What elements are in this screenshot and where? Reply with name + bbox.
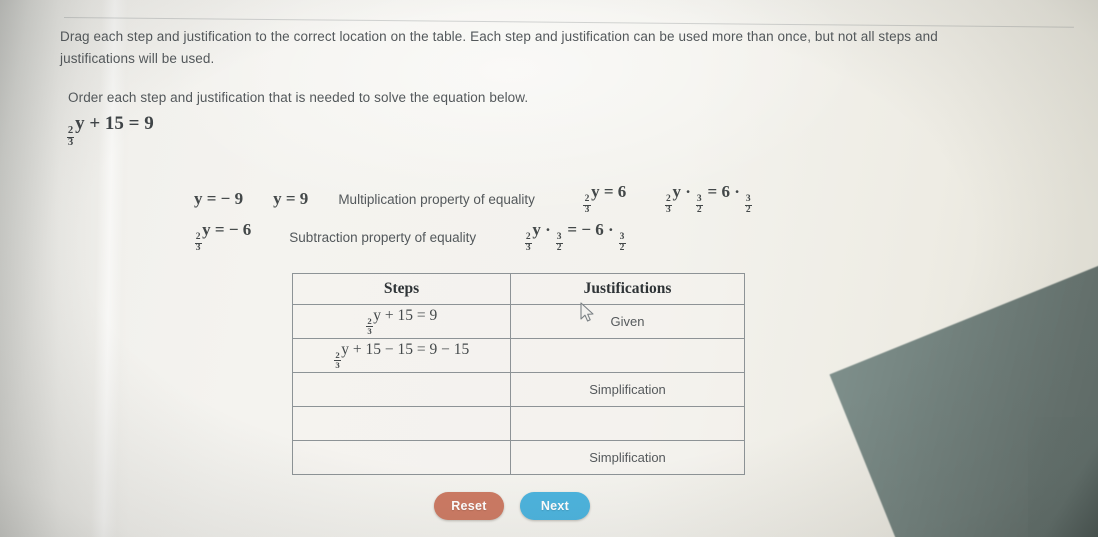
worksheet-content: Drag each step and justification to the …: [0, 0, 1098, 537]
photo-of-screen: Drag each step and justification to the …: [0, 0, 1098, 537]
table-row: Simplification: [292, 372, 745, 407]
fraction-two-thirds: 2 3: [664, 194, 672, 215]
reset-button[interactable]: Reset: [434, 492, 504, 520]
target-equation: 2 3 y + 15 = 9: [66, 113, 154, 149]
drop-zone-justification-1[interactable]: Given: [510, 304, 745, 339]
column-header-steps: Steps: [292, 273, 511, 305]
tile-row-2: 2 3 y = − 6 Subtraction property of equa…: [190, 218, 890, 256]
drop-zone-justification-2[interactable]: [510, 338, 745, 373]
fraction-two-thirds: 2 3: [66, 125, 75, 149]
tile-text: y = 6: [591, 182, 627, 202]
tile-two-thirds-y-times-three-halves-equals-negative-six-times-three-halves[interactable]: 2 3 y · 3 2 = − 6 · 3 2: [520, 218, 630, 255]
fraction-two-thirds: 2 3: [366, 315, 373, 336]
drop-zone-step-2[interactable]: 2 3 y + 15 − 15 = 9 − 15: [292, 338, 511, 373]
tile-text-mid: y ·: [672, 182, 696, 202]
action-buttons: Reset Next: [434, 492, 590, 520]
draggable-tile-bank: y = − 9 y = 9 Multiplication property of…: [190, 180, 890, 256]
tile-two-thirds-y-equals-six[interactable]: 2 3 y = 6: [579, 180, 630, 217]
fraction-two-thirds: 2 3: [524, 232, 532, 253]
answer-table-wrapper: Steps Justifications 2 3 y + 15 = 9 Give…: [292, 273, 745, 475]
table-row: 2 3 y + 15 − 15 = 9 − 15: [292, 338, 745, 373]
instruction-secondary: Order each step and justification that i…: [68, 90, 529, 105]
tile-two-thirds-y-equals-negative-six[interactable]: 2 3 y = − 6: [190, 218, 255, 255]
step-text: y + 15 = 9: [373, 307, 438, 325]
fraction-two-thirds: 2 3: [583, 194, 591, 215]
drop-zone-justification-5[interactable]: Simplification: [510, 440, 745, 475]
tile-y-equals-nine[interactable]: y = 9: [269, 187, 312, 211]
fraction-two-thirds: 2 3: [334, 349, 341, 370]
tile-text-mid: y ·: [532, 220, 555, 240]
tile-text-tail: = − 6 ·: [563, 220, 618, 240]
tile-multiplication-property-of-equality[interactable]: Multiplication property of equality: [334, 190, 539, 209]
table-header-row: Steps Justifications: [292, 273, 745, 305]
fraction-three-halves-2: 3 2: [744, 194, 752, 215]
tile-text: y = − 6: [202, 220, 252, 240]
tile-row-1: y = − 9 y = 9 Multiplication property of…: [190, 180, 890, 218]
answer-table: Steps Justifications 2 3 y + 15 = 9 Give…: [292, 273, 745, 475]
table-row: 2 3 y + 15 = 9 Given: [292, 304, 745, 339]
tile-subtraction-property-of-equality[interactable]: Subtraction property of equality: [285, 228, 480, 247]
drop-zone-justification-3[interactable]: Simplification: [510, 372, 745, 407]
fraction-three-halves-2: 3 2: [618, 232, 626, 253]
step-text: y + 15 − 15 = 9 − 15: [341, 341, 470, 359]
equation-rest: y + 15 = 9: [75, 113, 154, 134]
drop-zone-step-5[interactable]: [292, 440, 511, 475]
fraction-three-halves: 3 2: [555, 232, 563, 253]
table-row: Simplification: [292, 440, 745, 475]
drop-zone-step-3[interactable]: [292, 372, 511, 407]
drop-zone-step-4[interactable]: [292, 406, 511, 441]
fraction-three-halves: 3 2: [695, 194, 703, 215]
instruction-primary: Drag each step and justification to the …: [60, 29, 938, 66]
next-button[interactable]: Next: [520, 492, 590, 520]
tile-text-tail: = 6 ·: [703, 182, 745, 202]
drop-zone-step-1[interactable]: 2 3 y + 15 = 9: [292, 304, 511, 339]
column-header-justifications: Justifications: [510, 273, 745, 305]
fraction-two-thirds: 2 3: [194, 232, 202, 253]
tile-two-thirds-y-times-three-halves-equals-six-times-three-halves[interactable]: 2 3 y · 3 2 = 6 · 3 2: [660, 180, 756, 217]
drop-zone-justification-4[interactable]: [510, 406, 745, 441]
table-row: [292, 406, 745, 441]
tile-y-equals-negative-nine[interactable]: y = − 9: [190, 187, 247, 211]
